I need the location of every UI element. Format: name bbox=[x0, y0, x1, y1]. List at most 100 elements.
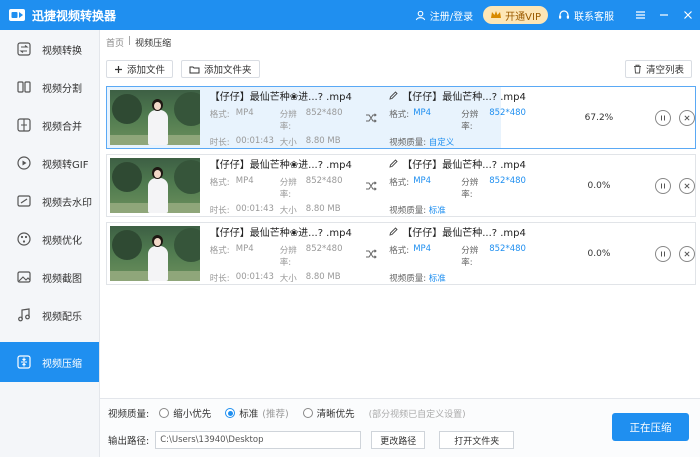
close-icon bbox=[684, 114, 690, 121]
radio-clear[interactable] bbox=[302, 408, 313, 418]
pause-button[interactable] bbox=[655, 245, 671, 262]
sidebar: 视频转换 视频分割 视频合并 视频转GIF 视频去水印 视频优化 视频截图 视频… bbox=[0, 30, 100, 457]
add-folder-button[interactable]: 添加文件夹 bbox=[181, 60, 260, 78]
format-label: 格式: bbox=[389, 177, 410, 188]
sidebar-item-screenshot[interactable]: 视频截图 bbox=[0, 258, 99, 296]
minimize-button[interactable] bbox=[652, 0, 676, 30]
output-resolution[interactable]: 852*480 bbox=[489, 244, 539, 268]
source-filename: 【仔仔】最仙芒种❀进...? .mp4 bbox=[209, 91, 352, 103]
video-thumbnail bbox=[110, 226, 200, 281]
breadcrumb: 首页 | 视频压缩 bbox=[106, 36, 171, 49]
output-resolution[interactable]: 852*480 bbox=[489, 108, 539, 132]
output-quality[interactable]: 自定义 bbox=[429, 138, 455, 148]
output-filename: 【仔仔】最仙芒种...? .mp4 bbox=[402, 159, 526, 171]
vip-button[interactable]: 开通VIP bbox=[483, 6, 548, 24]
plus-icon bbox=[115, 65, 122, 73]
quality-standard-option[interactable]: 标准 (推荐) bbox=[225, 406, 289, 420]
pause-button[interactable] bbox=[655, 109, 671, 126]
source-info: 【仔仔】最仙芒种❀进...? .mp4 格式: MP4 分辨率: 852*480… bbox=[210, 88, 352, 148]
sidebar-item-label: 视频合并 bbox=[42, 121, 82, 133]
sidebar-item-merge[interactable]: 视频合并 bbox=[0, 106, 99, 144]
progress-percent: 0.0% bbox=[587, 180, 611, 191]
login-button[interactable]: 注册/登录 bbox=[415, 8, 473, 23]
sidebar-item-convert[interactable]: 视频转换 bbox=[0, 30, 99, 68]
quality-label: 视频质量: bbox=[108, 409, 150, 420]
output-format[interactable]: MP4 bbox=[413, 108, 461, 132]
source-resolution: 852*480 bbox=[305, 175, 343, 186]
pause-button[interactable] bbox=[655, 177, 671, 194]
breadcrumb-home[interactable]: 首页 bbox=[106, 36, 124, 49]
service-button[interactable]: 联系客服 bbox=[558, 8, 614, 23]
sidebar-item-label: 视频截图 bbox=[42, 273, 82, 285]
radio-standard[interactable] bbox=[225, 408, 236, 418]
sidebar-item-label: 视频去水印 bbox=[42, 197, 92, 209]
add-file-button[interactable]: 添加文件 bbox=[106, 60, 174, 78]
file-card[interactable]: 【仔仔】最仙芒种❀进...? .mp4 格式: MP4 分辨率: 852*480… bbox=[106, 154, 696, 217]
sidebar-item-split[interactable]: 视频分割 bbox=[0, 68, 99, 106]
minimize-icon bbox=[660, 14, 668, 16]
remove-button[interactable] bbox=[679, 109, 695, 126]
radio-small[interactable] bbox=[159, 408, 170, 418]
edit-icon[interactable] bbox=[389, 90, 398, 100]
quality-label: 视频质量: bbox=[389, 137, 427, 148]
headset-icon bbox=[559, 10, 569, 19]
output-resolution[interactable]: 852*480 bbox=[489, 176, 539, 200]
clear-list-button[interactable]: 清空列表 bbox=[624, 60, 692, 78]
output-quality[interactable]: 标准 bbox=[429, 274, 446, 284]
format-label: 格式: bbox=[209, 109, 230, 120]
sidebar-item-label: 视频分割 bbox=[42, 83, 82, 95]
quality-small-label: 缩小优先 bbox=[173, 409, 212, 420]
file-card[interactable]: 【仔仔】最仙芒种❀进...? .mp4 格式: MP4 分辨率: 852*480… bbox=[106, 222, 696, 285]
clear-list-label: 清空列表 bbox=[645, 65, 684, 76]
source-duration: 00:01:43 bbox=[235, 271, 274, 282]
source-filename: 【仔仔】最仙芒种❀进...? .mp4 bbox=[209, 227, 352, 239]
source-size: 8.80 MB bbox=[305, 203, 341, 214]
size-label: 大小 bbox=[279, 137, 297, 148]
remove-button[interactable] bbox=[679, 245, 695, 262]
sidebar-item-compress[interactable]: 视频压缩 bbox=[0, 342, 99, 382]
remove-button[interactable] bbox=[679, 177, 695, 194]
output-format[interactable]: MP4 bbox=[413, 176, 461, 200]
sidebar-item-gif[interactable]: 视频转GIF bbox=[0, 144, 99, 182]
close-button[interactable] bbox=[676, 0, 700, 30]
app-title: 迅捷视频转换器 bbox=[32, 8, 117, 23]
bottom-panel: 视频质量: 缩小优先 标准 (推荐) 清晰优先 (部分视频已自定义设置) 输出路… bbox=[100, 398, 700, 457]
sidebar-item-music[interactable]: 视频配乐 bbox=[0, 296, 99, 334]
optimize-icon bbox=[16, 231, 32, 247]
pause-icon bbox=[661, 251, 665, 256]
open-folder-button[interactable]: 打开文件夹 bbox=[439, 431, 515, 449]
output-info: 【仔仔】最仙芒种...? .mp4 格式: MP4 分辨率: 852*480 视… bbox=[389, 224, 567, 284]
source-resolution: 852*480 bbox=[305, 243, 343, 254]
output-format[interactable]: MP4 bbox=[413, 244, 461, 268]
quality-standard-label: 标准 bbox=[239, 409, 259, 420]
source-size: 8.80 MB bbox=[305, 135, 341, 146]
sidebar-item-optimize[interactable]: 视频优化 bbox=[0, 220, 99, 258]
resolution-label: 分辨率: bbox=[279, 177, 297, 200]
crown-icon bbox=[491, 11, 502, 18]
source-resolution: 852*480 bbox=[305, 107, 343, 118]
size-label: 大小 bbox=[279, 273, 297, 284]
edit-icon[interactable] bbox=[389, 158, 398, 168]
format-label: 格式: bbox=[209, 245, 230, 256]
vip-label: 开通VIP bbox=[505, 11, 541, 23]
start-compress-button[interactable]: 正在压缩 bbox=[612, 413, 689, 441]
sidebar-item-label: 视频转换 bbox=[42, 45, 82, 57]
custom-note: (部分视频已自定义设置) bbox=[368, 409, 466, 420]
output-path-field[interactable]: C:\Users\13940\Desktop bbox=[155, 431, 362, 449]
file-card[interactable]: 【仔仔】最仙芒种❀进...? .mp4 格式: MP4 分辨率: 852*480… bbox=[106, 86, 696, 149]
source-info: 【仔仔】最仙芒种❀进...? .mp4 格式: MP4 分辨率: 852*480… bbox=[210, 224, 352, 284]
output-quality[interactable]: 标准 bbox=[429, 206, 446, 216]
output-filename: 【仔仔】最仙芒种...? .mp4 bbox=[402, 91, 526, 103]
quality-label: 视频质量: bbox=[389, 273, 427, 284]
output-path-row: 输出路径: C:\Users\13940\Desktop 更改路径 打开文件夹 bbox=[108, 431, 515, 449]
menu-button[interactable] bbox=[628, 0, 652, 30]
quality-small-option[interactable]: 缩小优先 bbox=[159, 406, 211, 420]
change-path-button[interactable]: 更改路径 bbox=[371, 431, 426, 449]
sidebar-item-label: 视频优化 bbox=[42, 235, 82, 247]
quality-clear-label: 清晰优先 bbox=[316, 409, 355, 420]
sidebar-item-watermark[interactable]: 视频去水印 bbox=[0, 182, 99, 220]
sidebar-item-label: 视频压缩 bbox=[42, 358, 82, 370]
close-icon bbox=[684, 250, 690, 257]
edit-icon[interactable] bbox=[389, 226, 398, 236]
quality-clear-option[interactable]: 清晰优先 bbox=[302, 406, 355, 420]
